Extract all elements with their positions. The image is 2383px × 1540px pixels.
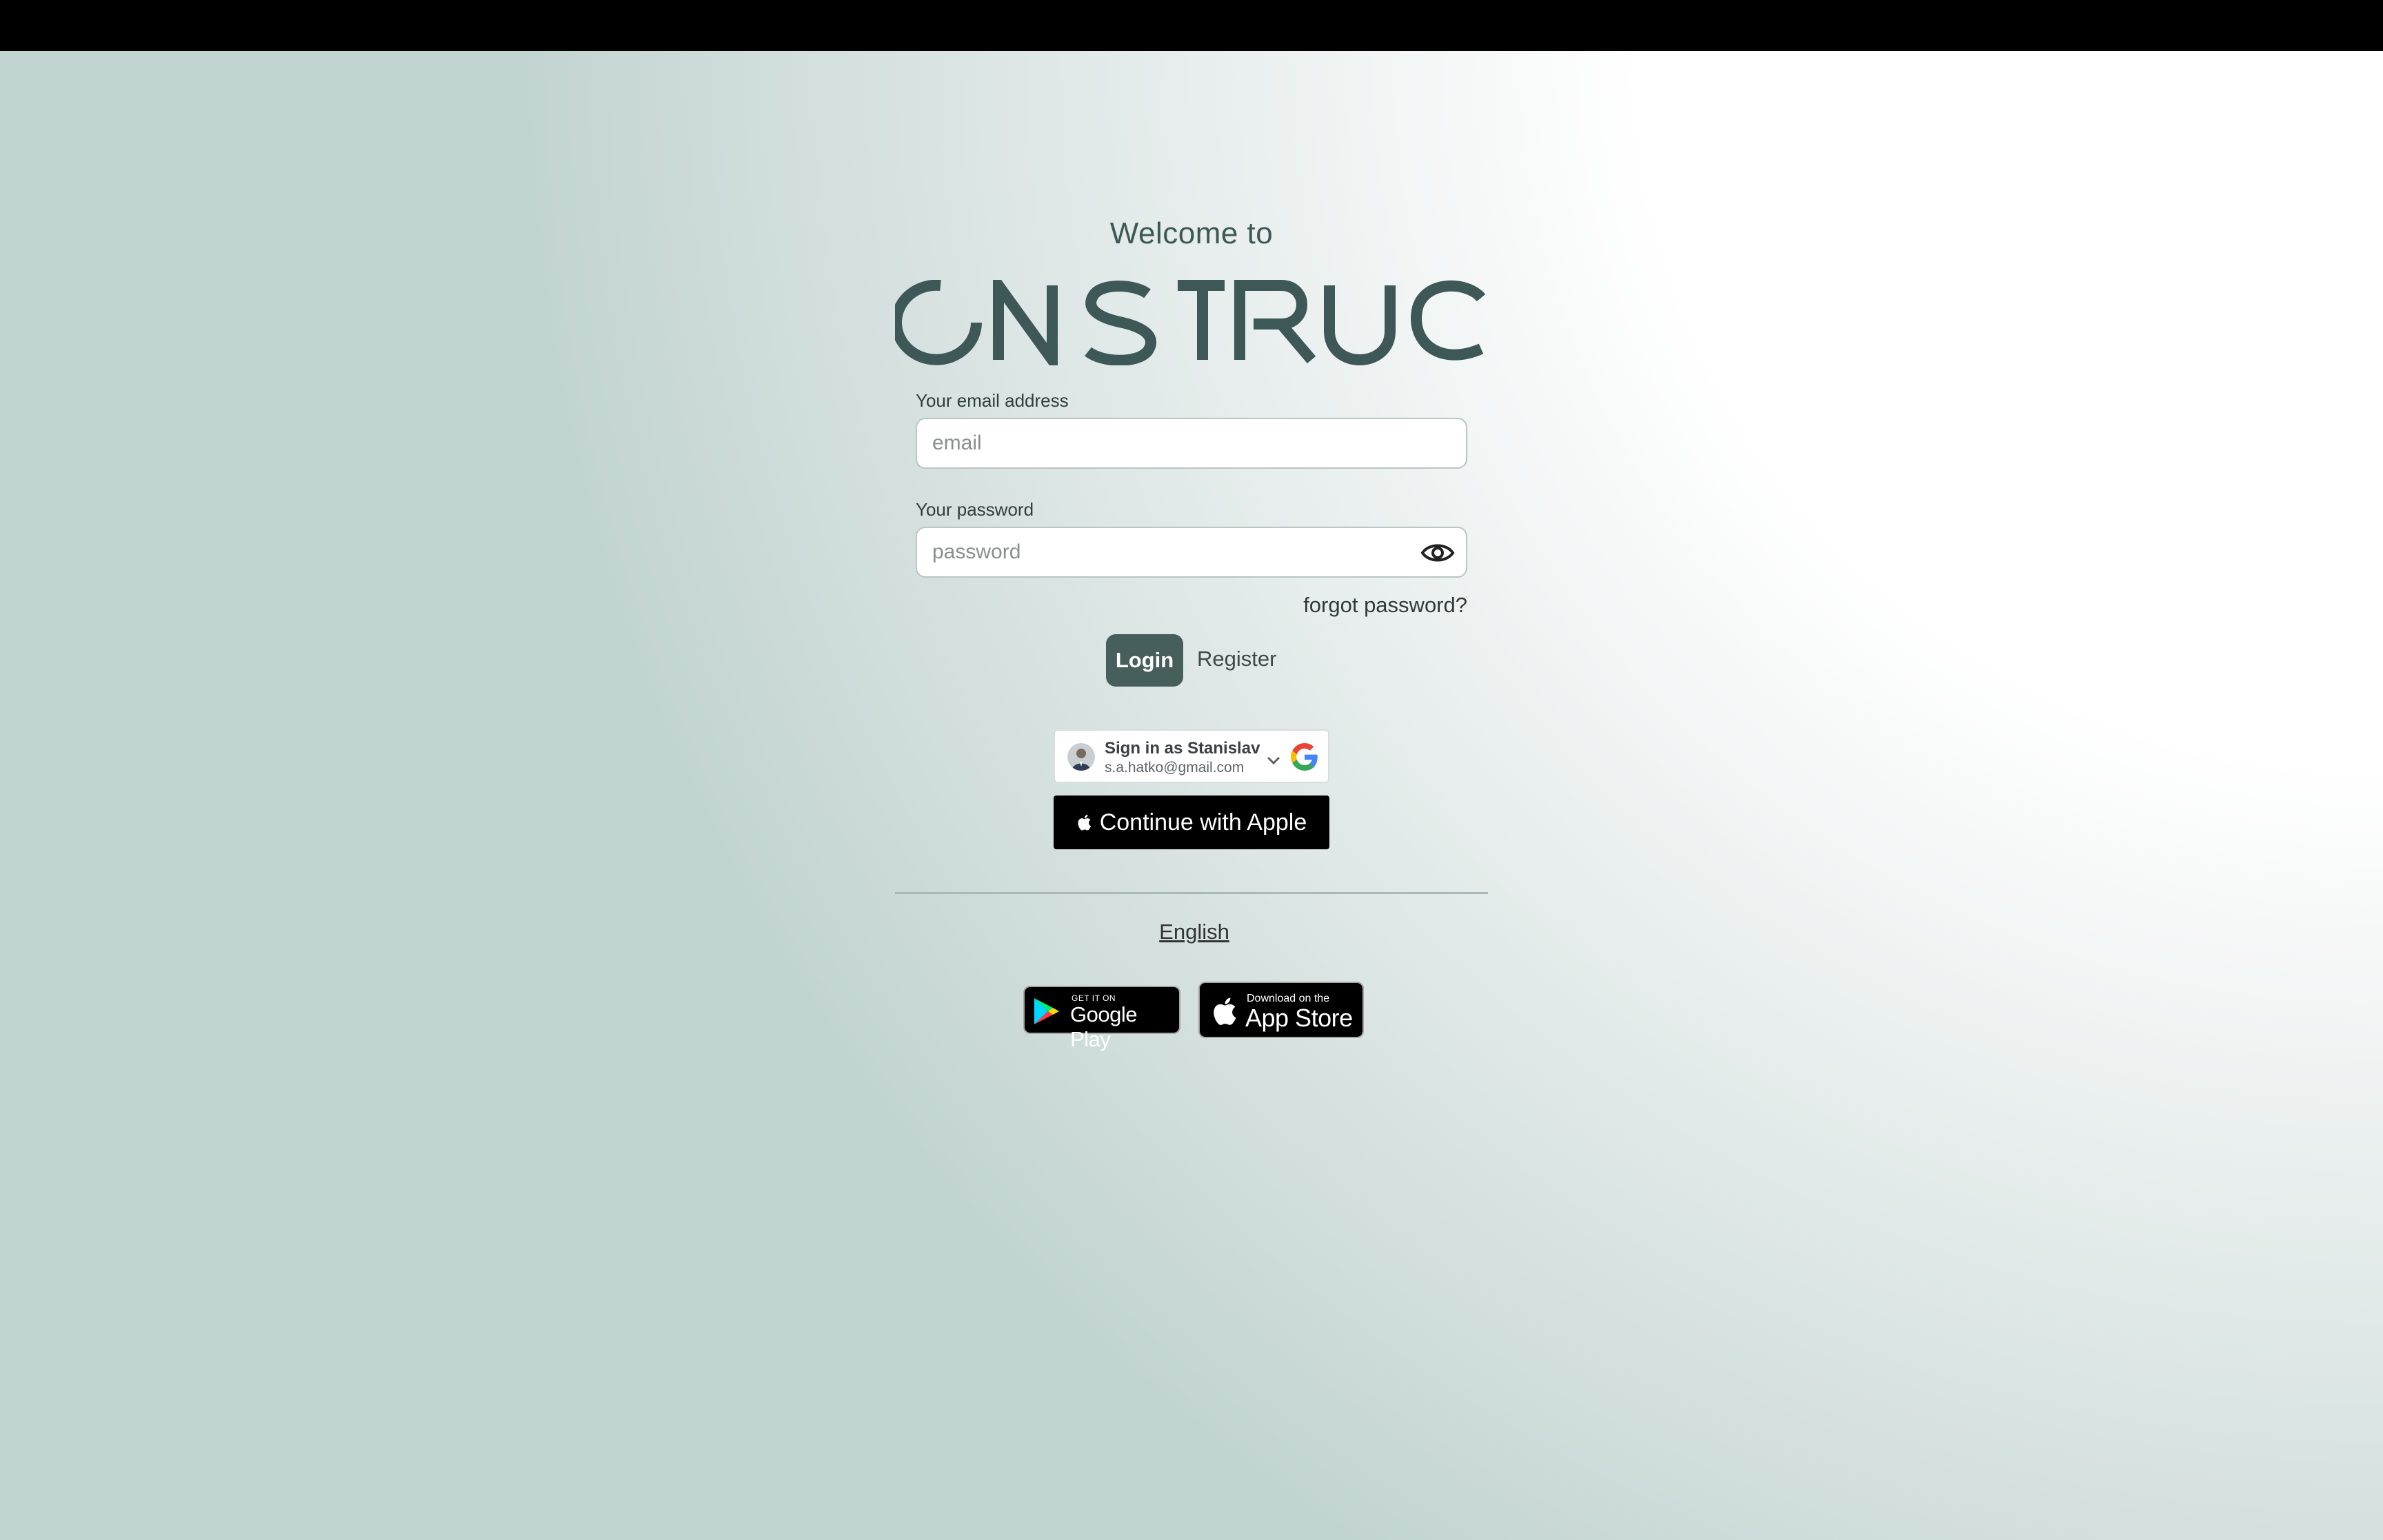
app-store-big-text: App Store (1245, 1004, 1353, 1032)
forgot-password-link[interactable]: forgot password? (1260, 593, 1467, 618)
google-account-email: s.a.hatko@gmail.com (1105, 760, 1245, 776)
email-field[interactable] (916, 418, 1467, 469)
chevron-down-icon (1267, 756, 1280, 765)
google-signin-button[interactable]: Sign in as Stanislav s.a.hatko@gmail.com (1054, 729, 1329, 783)
login-button[interactable]: Login (1106, 634, 1183, 687)
language-selector[interactable]: English (1123, 920, 1266, 944)
google-play-small-text: GET IT ON (1072, 993, 1116, 1003)
register-link[interactable]: Register (1197, 647, 1276, 671)
eye-icon[interactable] (1420, 538, 1455, 568)
google-play-badge[interactable]: GET IT ON Google Play (1023, 986, 1180, 1051)
google-account-name: Sign in as Stanislav (1105, 739, 1260, 758)
google-play-icon (1034, 998, 1059, 1024)
login-panel: Welcome to Your email address Your passw… (0, 0, 2383, 1540)
apple-icon (1078, 814, 1091, 831)
onstruc-logo (895, 280, 1486, 365)
apple-signin-button[interactable]: Continue with Apple (1054, 796, 1329, 849)
divider (895, 892, 1488, 894)
apple-icon (1214, 997, 1236, 1025)
avatar (1067, 743, 1095, 771)
welcome-text: Welcome to (1109, 216, 1274, 250)
password-field[interactable] (916, 527, 1467, 578)
email-label: Your email address (916, 390, 1069, 411)
app-store-badge[interactable]: Download on the App Store (1198, 982, 1364, 1038)
password-label: Your password (916, 499, 1034, 520)
google-play-big-text: Google Play (1070, 1002, 1137, 1051)
apple-signin-label: Continue with Apple (1099, 809, 1307, 835)
google-g-icon (1291, 743, 1318, 771)
